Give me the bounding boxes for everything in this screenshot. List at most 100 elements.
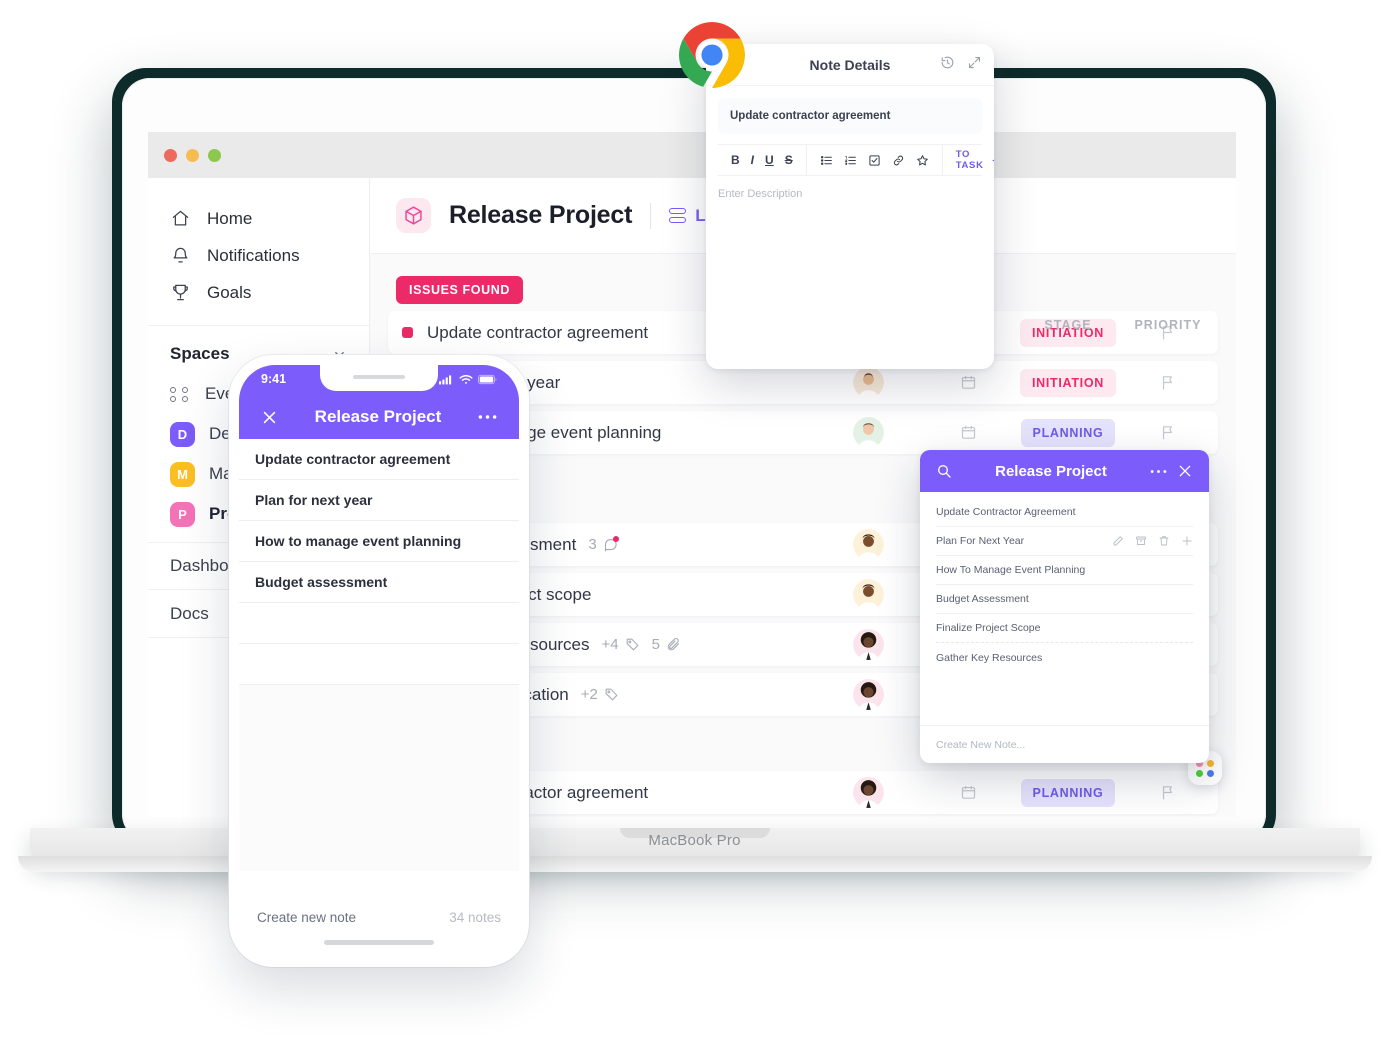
stage-badge: INITIATION — [1019, 368, 1117, 397]
star-icon[interactable] — [916, 154, 929, 167]
list-item[interactable]: Plan For Next Year — [936, 527, 1193, 556]
assignee-cell[interactable] — [818, 679, 918, 710]
space-avatar-p: P — [170, 501, 195, 527]
avatar — [852, 529, 884, 560]
assignee-cell[interactable] — [818, 367, 918, 398]
checklist-icon[interactable] — [868, 154, 881, 167]
phone-screen: 9:41 Release Project Update contractor a… — [239, 365, 519, 957]
edit-icon[interactable] — [1112, 535, 1124, 547]
window-minimize-button[interactable] — [186, 148, 199, 162]
bullet-list-icon[interactable] — [820, 154, 833, 167]
to-task-label: TO TASK — [955, 149, 984, 171]
note-title: How to manage event planning — [255, 533, 462, 549]
window-close-button[interactable] — [164, 148, 177, 162]
browser-title-bar — [148, 132, 1236, 178]
note-title: Budget Assessment — [936, 593, 1029, 605]
flag-icon[interactable] — [1118, 374, 1218, 391]
more-icon[interactable] — [478, 414, 497, 420]
screenshot-root: MacBook Pro Home Notifications Goals Spa… — [0, 0, 1389, 1041]
list-item-empty[interactable] — [239, 644, 519, 685]
flag-icon[interactable] — [1118, 424, 1218, 441]
note-title: Update Contractor Agreement — [936, 506, 1076, 518]
create-note-placeholder: Create New Note... — [936, 738, 1026, 751]
note-description-input[interactable]: Enter Description — [718, 176, 982, 200]
note-details-titlebar: Note Details — [706, 44, 994, 86]
assignee-cell[interactable] — [818, 417, 918, 448]
create-note-action[interactable]: Create new note — [257, 910, 356, 925]
list-item[interactable]: Update contractor agreement — [239, 439, 519, 480]
release-project-widget[interactable]: Release Project Update Contractor Agreem… — [920, 450, 1209, 763]
sidebar-item-home[interactable]: Home — [148, 200, 369, 237]
stage-badge: PLANNING — [1020, 778, 1116, 807]
bell-icon — [170, 245, 191, 266]
attachment-count[interactable]: 5 — [652, 636, 681, 653]
close-icon[interactable] — [261, 409, 278, 426]
link-icon[interactable] — [892, 154, 905, 167]
window-zoom-button[interactable] — [208, 148, 221, 162]
list-item[interactable]: Budget Assessment — [936, 585, 1193, 614]
add-icon[interactable] — [1181, 535, 1193, 547]
to-task-button[interactable]: TO TASK — [941, 145, 994, 175]
laptop-foot — [18, 856, 1372, 872]
list-item[interactable]: Gather Key Resources — [936, 643, 1193, 672]
note-title: Finalize Project Scope — [936, 622, 1041, 634]
note-details-window[interactable]: Note Details Update contractor agreement… — [706, 44, 994, 369]
widget-title: Release Project — [995, 462, 1107, 480]
calendar-icon[interactable] — [918, 784, 1018, 801]
phone-footer[interactable]: Create new note 34 notes — [239, 891, 519, 957]
history-icon[interactable] — [940, 55, 955, 70]
list-item[interactable]: How to manage event planning — [239, 521, 519, 562]
note-title-input[interactable]: Update contractor agreement — [718, 98, 982, 134]
phone-note-list: Update contractor agreement Plan for nex… — [239, 439, 519, 871]
expand-icon[interactable] — [967, 55, 982, 70]
avatar — [852, 417, 884, 448]
italic-button[interactable]: I — [751, 153, 754, 167]
stage-cell[interactable]: PLANNING — [1018, 418, 1118, 447]
stage-cell[interactable]: PLANNING — [1018, 778, 1118, 807]
home-icon — [170, 208, 191, 229]
note-title: Plan for next year — [255, 492, 373, 508]
note-title: Plan For Next Year — [936, 535, 1025, 547]
divider — [650, 202, 652, 229]
laptop-model-label: MacBook Pro — [648, 832, 741, 849]
stage-cell[interactable]: INITIATION — [1018, 368, 1118, 397]
cube-icon — [396, 198, 431, 233]
assignee-cell[interactable] — [818, 777, 918, 808]
underline-button[interactable]: U — [765, 153, 774, 167]
calendar-icon[interactable] — [918, 424, 1018, 441]
tag-count[interactable]: +4 — [602, 636, 640, 653]
status-badge: ISSUES FOUND — [396, 276, 523, 304]
numbered-list-icon[interactable] — [844, 154, 857, 167]
search-icon[interactable] — [936, 463, 952, 479]
comment-count-value: 3 — [588, 536, 597, 553]
assignee-cell[interactable] — [818, 529, 918, 560]
bold-button[interactable]: B — [731, 153, 740, 167]
flag-icon[interactable] — [1118, 784, 1218, 801]
space-avatar-d: D — [170, 421, 195, 447]
list-item[interactable]: How To Manage Event Planning — [936, 556, 1193, 585]
phone-navigation-bar: Release Project — [239, 395, 519, 439]
close-icon[interactable] — [1177, 463, 1193, 479]
sidebar-item-goals[interactable]: Goals — [148, 274, 369, 311]
list-item[interactable]: Update Contractor Agreement — [936, 498, 1193, 527]
calendar-icon[interactable] — [918, 374, 1018, 391]
strikethrough-button[interactable]: S — [785, 153, 793, 167]
task-name: Update contractor agreement — [427, 322, 649, 342]
page-title: Release Project — [449, 201, 633, 229]
list-item-empty[interactable] — [239, 603, 519, 644]
list-item[interactable]: Finalize Project Scope — [936, 614, 1193, 643]
assignee-cell[interactable] — [818, 579, 918, 610]
delete-icon[interactable] — [1158, 535, 1170, 547]
sidebar-item-notifications[interactable]: Notifications — [148, 237, 369, 274]
comment-count[interactable]: 3 — [588, 536, 619, 553]
archive-icon[interactable] — [1135, 535, 1147, 547]
list-item[interactable]: Budget assessment — [239, 562, 519, 603]
tag-count[interactable]: +2 — [581, 686, 619, 703]
list-item[interactable]: Plan for next year — [239, 480, 519, 521]
sidebar-item-label: Goals — [207, 282, 252, 302]
window-title: Note Details — [809, 56, 891, 73]
widget-create-note-input[interactable]: Create New Note... — [920, 725, 1209, 763]
assignee-cell[interactable] — [818, 629, 918, 660]
more-icon[interactable] — [1150, 469, 1167, 474]
note-title: Update contractor agreement — [255, 451, 451, 467]
